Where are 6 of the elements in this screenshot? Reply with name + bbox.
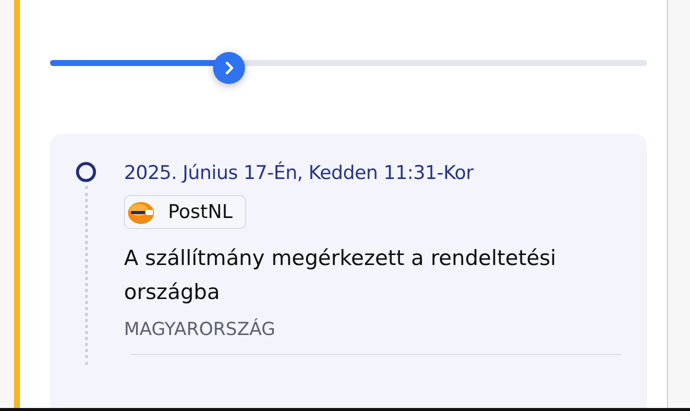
slider-handle[interactable]: [213, 52, 246, 84]
event-location: MAGYARORSZÁG: [124, 319, 276, 340]
timeline-dot: [76, 162, 96, 182]
event-datetime: 2025. Június 17-Én, Kedden 11:31-Kor: [124, 160, 475, 186]
event-description: A szállítmány megérkezett a rendeltetési országba: [124, 245, 558, 306]
carrier-name: PostNL: [168, 201, 233, 223]
